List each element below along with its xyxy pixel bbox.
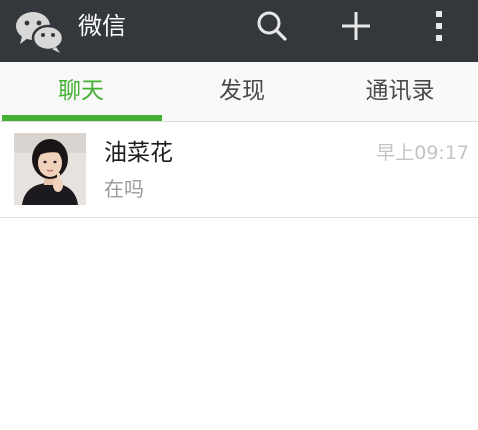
tab-bar: 聊天 发现 通讯录 [0, 62, 478, 122]
app-title: 微信 [78, 12, 126, 40]
tab-contacts[interactable]: 通讯录 [322, 62, 478, 121]
more-options-button[interactable] [422, 0, 456, 52]
chat-last-message: 在吗 [104, 177, 144, 201]
add-button[interactable] [334, 0, 378, 52]
contact-photo-avatar [14, 133, 86, 205]
wechat-app: 微信 聊天 发现 通讯录 油菜花 在吗 早上09:17 [0, 0, 478, 430]
plus-icon [342, 12, 370, 40]
more-vertical-icon [436, 11, 442, 41]
tab-chats[interactable]: 聊天 [0, 62, 162, 121]
active-tab-indicator [2, 115, 162, 121]
wechat-logo-icon [16, 12, 65, 53]
action-bar: 微信 [0, 0, 478, 62]
search-icon [257, 11, 287, 41]
search-button[interactable] [250, 0, 294, 52]
chat-list-item[interactable]: 油菜花 在吗 早上09:17 [0, 122, 478, 218]
avatar [14, 133, 86, 205]
chat-timestamp: 早上09:17 [376, 142, 469, 164]
tab-discover[interactable]: 发现 [162, 62, 322, 121]
chat-contact-name: 油菜花 [104, 140, 173, 166]
